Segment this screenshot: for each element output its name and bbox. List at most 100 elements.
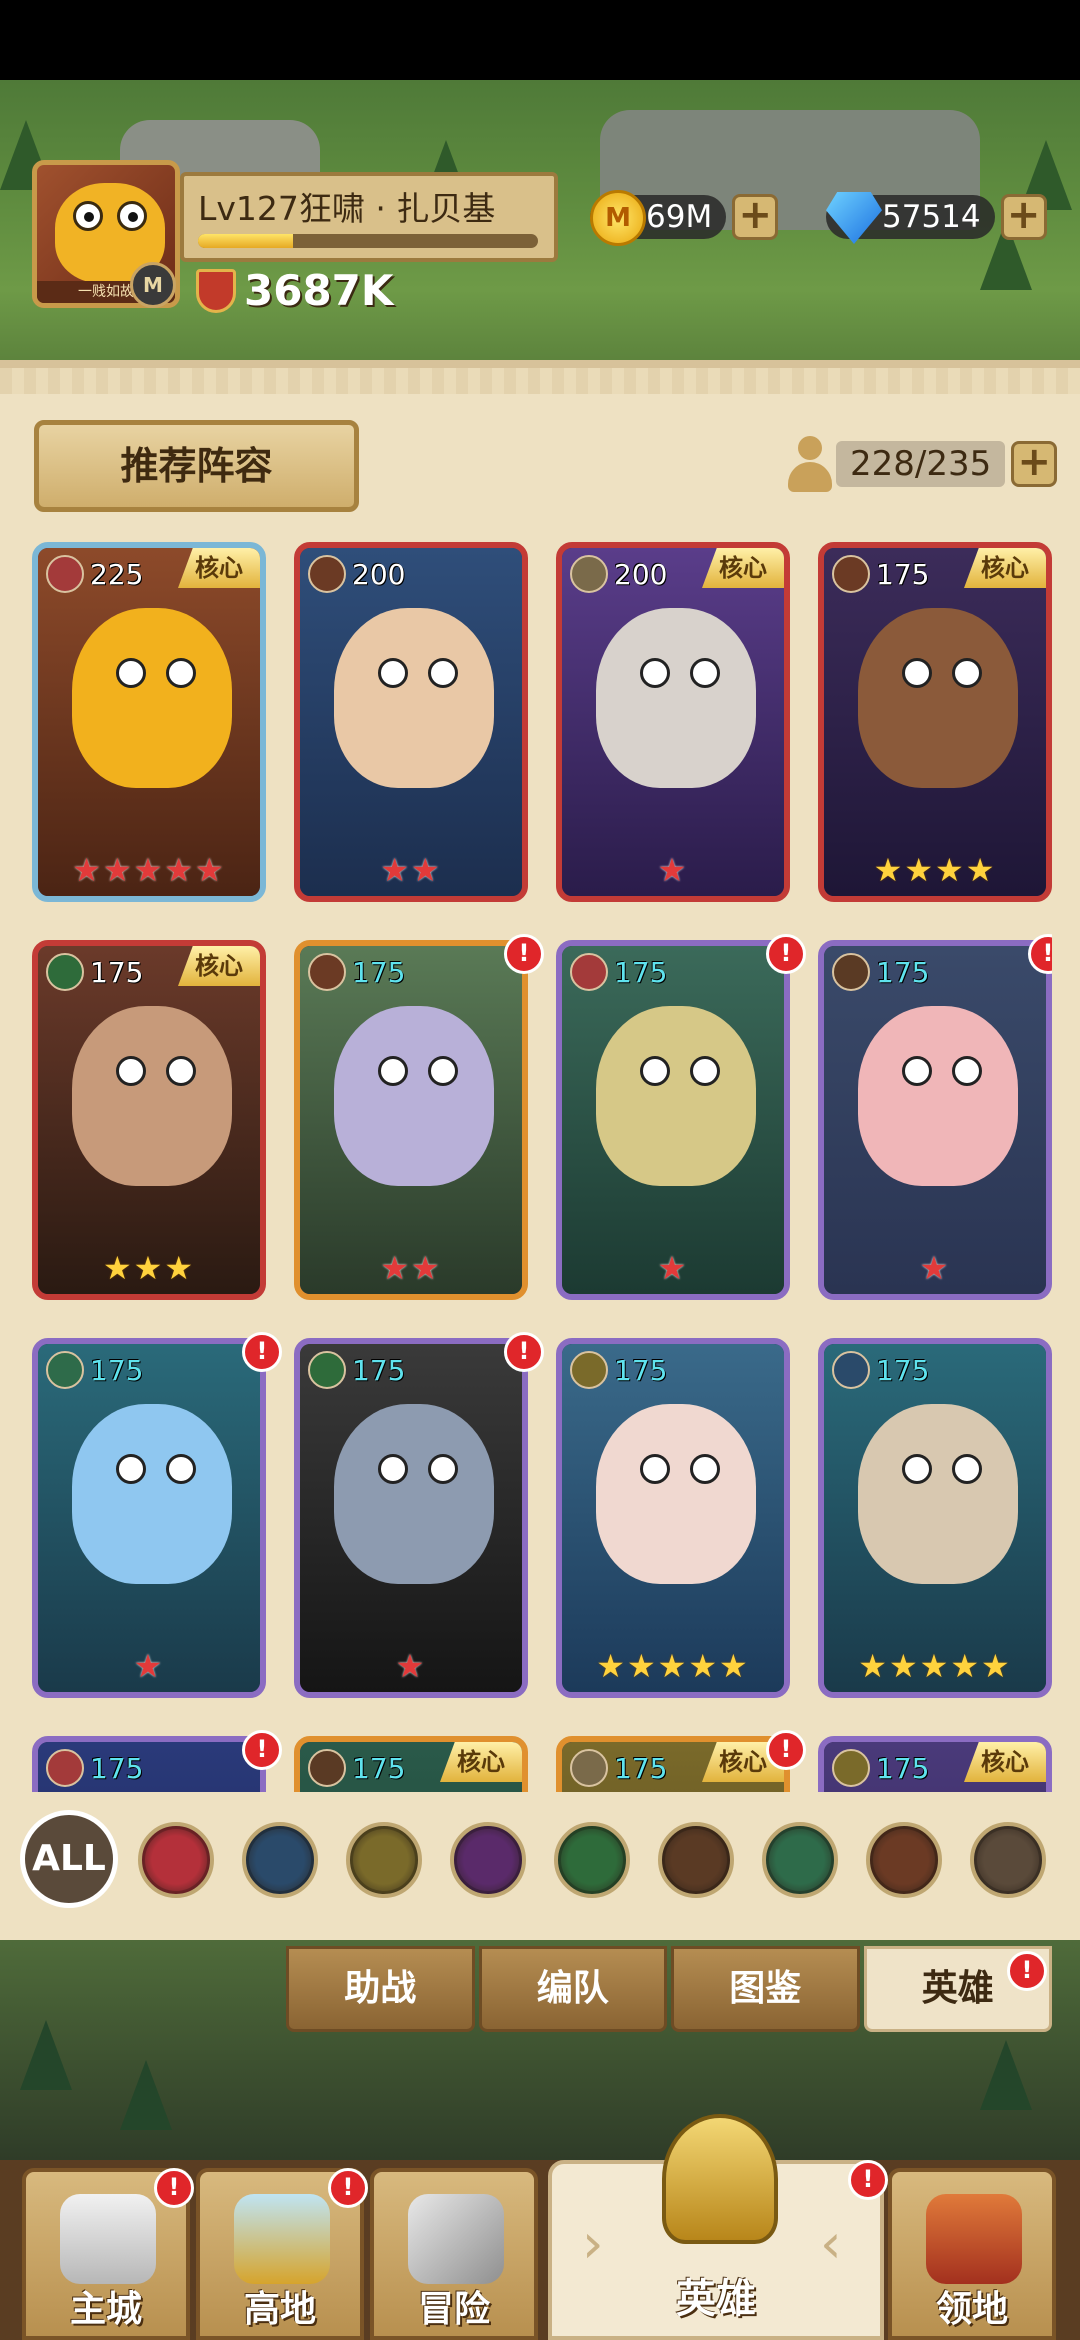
hero-level-value: 175 <box>352 1751 406 1785</box>
star-rating: ★ <box>395 1647 427 1685</box>
expand-capacity-button[interactable]: + <box>1011 441 1058 487</box>
shield-filter-icon[interactable] <box>138 1822 214 1898</box>
hero-eye <box>952 1056 982 1086</box>
star-rating: ★ <box>657 851 689 889</box>
bottom-navigation: 主城 ! 高地 ! 冒险 › ‹ 英雄 ! 领地 <box>0 2114 1080 2340</box>
hero-card[interactable]: 175 核心 <box>818 1736 1052 1792</box>
filter-all-button[interactable]: ALL <box>20 1810 118 1908</box>
hero-level: 175 <box>46 952 143 992</box>
hero-card[interactable]: 175 ★★ <box>294 940 528 1300</box>
hero-tabs: 助战 编队 图鉴 英雄 ! <box>286 1946 1056 2034</box>
hero-eye <box>166 1056 196 1086</box>
add-gold-button[interactable]: + <box>732 194 779 240</box>
hero-card[interactable]: 175 ★★★★★ <box>556 1338 790 1698</box>
hero-eye <box>690 1056 720 1086</box>
star-rating: ★ <box>657 1249 689 1287</box>
hero-card[interactable]: 175 核心 ★★★ <box>32 940 266 1300</box>
hero-card[interactable]: 175 <box>32 1736 266 1792</box>
bow-filter-icon[interactable] <box>762 1822 838 1898</box>
hammer-filter-icon[interactable] <box>970 1822 1046 1898</box>
axe-icon <box>570 555 608 593</box>
hero-eye <box>378 658 408 688</box>
hero-card[interactable]: 200 核心 ★ <box>556 542 790 902</box>
hero-card[interactable]: 175 ★★★★★ <box>818 1338 1052 1698</box>
nav-highland-label: 高地 <box>243 2289 316 2330</box>
star-rating: ★★ <box>380 851 442 889</box>
hero-level: 175 <box>570 952 667 992</box>
hero-eye <box>640 1454 670 1484</box>
hero-eye <box>378 1454 408 1484</box>
hero-eye <box>690 658 720 688</box>
hero-level: 200 <box>308 554 405 594</box>
hero-eye <box>166 1454 196 1484</box>
highland-icon <box>234 2194 330 2284</box>
hero-figure <box>334 608 494 788</box>
hero-figure <box>72 608 232 788</box>
axe-icon <box>570 1749 608 1787</box>
hero-eye <box>116 1454 146 1484</box>
hero-card[interactable]: 175 核心 <box>556 1736 790 1792</box>
hero-alert-icon: ! <box>766 934 806 974</box>
hero-figure <box>334 1404 494 1584</box>
swords-filter-icon[interactable] <box>554 1822 630 1898</box>
recommend-lineup-button[interactable]: 推荐阵容 <box>34 420 359 512</box>
hero-eye <box>902 658 932 688</box>
staff-filter-icon[interactable] <box>242 1822 318 1898</box>
hero-figure <box>596 1404 756 1584</box>
hero-card[interactable]: 175 ★ <box>294 1338 528 1698</box>
capacity-value: 228/235 <box>836 441 1006 487</box>
hero-card[interactable]: 200 ★★ <box>294 542 528 902</box>
shield-icon <box>46 555 84 593</box>
tab-heroes-label: 英雄 <box>921 1968 994 2009</box>
hero-level-value: 175 <box>614 955 668 989</box>
power-value: 3687K <box>244 266 394 315</box>
hero-level: 175 <box>570 1748 667 1788</box>
hero-level-value: 175 <box>352 955 406 989</box>
tab-codex[interactable]: 图鉴 <box>671 1946 860 2032</box>
hero-card[interactable]: 175 ★ <box>32 1338 266 1698</box>
nav-main-city-label: 主城 <box>69 2289 142 2330</box>
tab-heroes[interactable]: 英雄 ! <box>863 1946 1052 2032</box>
star-rating: ★★★ <box>102 1249 196 1287</box>
hero-eye <box>116 1056 146 1086</box>
wings-filter-icon[interactable] <box>346 1822 422 1898</box>
hero-card[interactable]: 175 ★ <box>818 940 1052 1300</box>
tab-assist[interactable]: 助战 <box>286 1946 475 2032</box>
hero-card[interactable]: 175 核心 ★★★★ <box>818 542 1052 902</box>
hero-figure <box>72 1006 232 1186</box>
hero-level: 200 <box>570 554 667 594</box>
status-bar <box>0 0 1080 80</box>
nav-territory[interactable]: 领地 <box>888 2168 1056 2340</box>
player-info: Lv127狂啸 · 扎贝基 <box>180 172 558 262</box>
nav-adventure[interactable]: 冒险 <box>370 2168 538 2340</box>
star-rating: ★★★★★ <box>596 1647 750 1685</box>
sword-icon <box>46 953 84 991</box>
tab-formation[interactable]: 编队 <box>478 1946 667 2032</box>
hero-level-value: 175 <box>352 1353 406 1387</box>
player-name: Lv127狂啸 · 扎贝基 <box>198 189 496 228</box>
territory-banner-icon <box>926 2194 1022 2284</box>
hero-level: 175 <box>832 554 929 594</box>
hero-level-value: 225 <box>90 557 144 591</box>
hero-card[interactable]: 225 核心 ★★★★★ <box>32 542 266 902</box>
ox-filter-icon[interactable] <box>866 1822 942 1898</box>
gold-counter: 69M M + <box>590 190 779 246</box>
hero-level: 175 <box>308 1748 405 1788</box>
hero-card[interactable]: 175 ★ <box>556 940 790 1300</box>
hero-eye <box>902 1056 932 1086</box>
staff-icon <box>832 1351 870 1389</box>
paw-filter-icon[interactable] <box>658 1822 734 1898</box>
person-icon <box>784 434 836 494</box>
nav-highland[interactable]: 高地 ! <box>196 2168 368 2340</box>
power-shield-icon <box>196 268 236 313</box>
hero-level: 175 <box>832 952 929 992</box>
hero-eye <box>640 658 670 688</box>
paw-icon <box>832 953 870 991</box>
skull-filter-icon[interactable] <box>450 1822 526 1898</box>
hero-card[interactable]: 175 核心 <box>294 1736 528 1792</box>
hero-capacity: 228/235 + <box>784 434 1058 494</box>
nav-heroes[interactable]: › ‹ 英雄 ! <box>548 2114 888 2340</box>
nav-main-city[interactable]: 主城 ! <box>22 2168 194 2340</box>
add-gems-button[interactable]: + <box>1000 194 1047 240</box>
hero-eye <box>378 1056 408 1086</box>
